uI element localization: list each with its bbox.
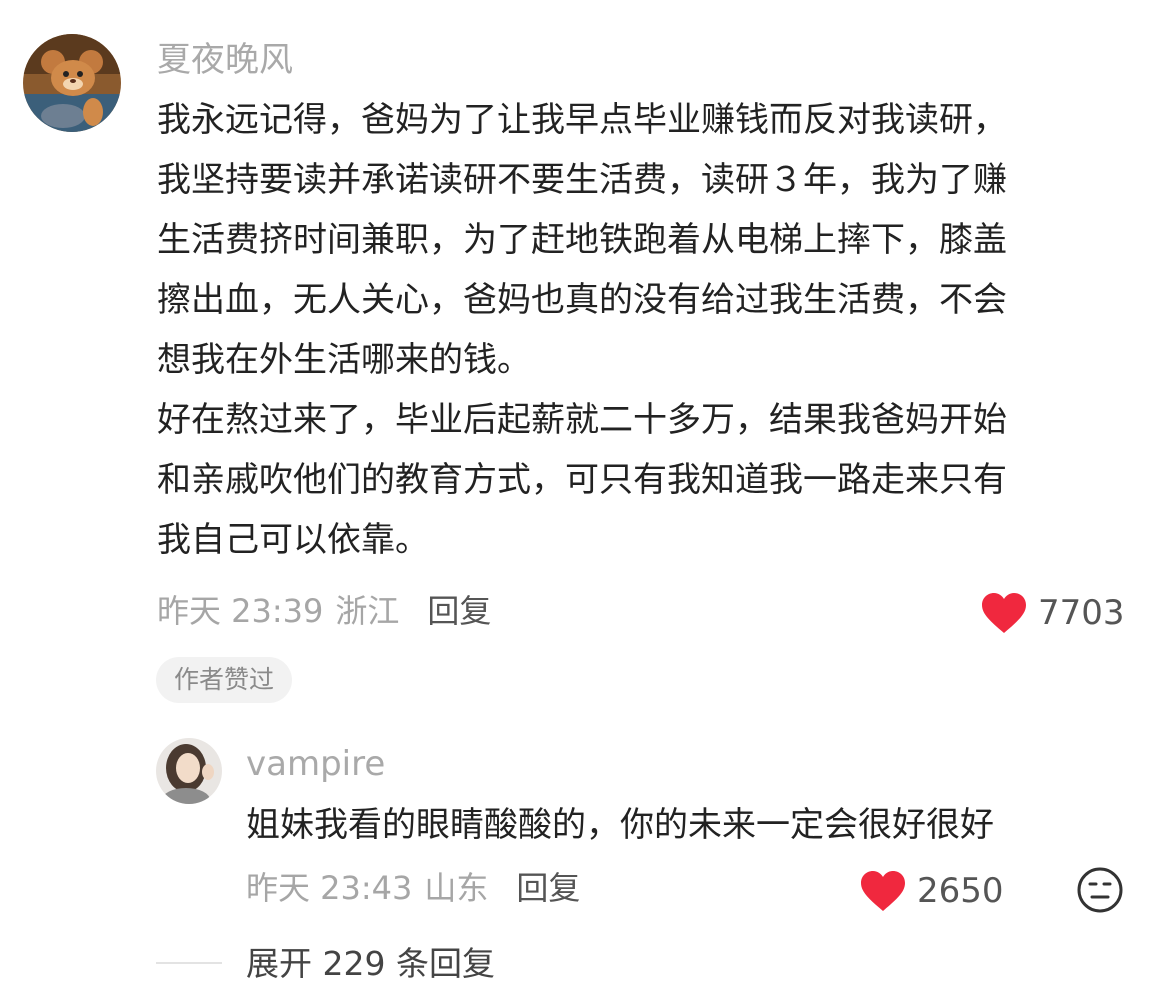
reply-like-button[interactable]: 2650	[859, 868, 1004, 914]
dislike-face-icon	[1077, 867, 1123, 913]
comment-like-count: 7703	[1038, 593, 1125, 633]
comment-avatar[interactable]	[23, 34, 121, 132]
reply-meta: 昨天 23:43 山东 回复	[246, 868, 580, 908]
reply-username[interactable]: vampire	[246, 744, 385, 784]
heart-icon	[982, 593, 1026, 633]
comment-line: 擦出血，无人关心，爸妈也真的没有给过我生活费，不会	[157, 280, 1007, 320]
author-liked-badge: 作者赞过	[156, 657, 293, 703]
reply-line: 姐妹我看的眼睛酸酸的，你的未来一定会很好很好	[246, 805, 994, 845]
comment-line: 好在熬过来了，毕业后起薪就二十多万，结果我爸妈开始	[157, 400, 1007, 440]
reply-like-count: 2650	[917, 871, 1004, 911]
comment-location: 浙江	[335, 592, 400, 630]
comment-line: 我永远记得，爸妈为了让我早点毕业赚钱而反对我读研，	[157, 100, 1007, 140]
reply-reply-button[interactable]: 回复	[516, 868, 580, 908]
comment-like-button[interactable]: 7703	[980, 590, 1125, 636]
comment-line: 想我在外生活哪来的钱。	[157, 340, 531, 380]
expand-replies-button[interactable]: 展开 229 条回复	[246, 944, 495, 984]
heart-icon	[861, 871, 905, 911]
dislike-button[interactable]	[1076, 866, 1124, 914]
comment-reply-button[interactable]: 回复	[427, 591, 491, 631]
comment-line: 和亲戚吹他们的教育方式，可只有我知道我一路走来只有	[157, 460, 1007, 500]
comment-time: 昨天 23:39	[157, 592, 324, 630]
reply-avatar[interactable]	[156, 738, 222, 804]
comment-line: 我自己可以依靠。	[157, 520, 429, 560]
comment-username[interactable]: 夏夜晚风	[157, 40, 293, 80]
cartoon-avatar-icon	[23, 34, 121, 132]
comment-text: 我永远记得，爸妈为了让我早点毕业赚钱而反对我读研， 我坚持要读并承诺读研不要生活…	[157, 90, 1007, 570]
reply-text: 姐妹我看的眼睛酸酸的，你的未来一定会很好很好	[246, 795, 994, 855]
reply-time: 昨天 23:43	[246, 869, 413, 907]
expand-divider	[156, 962, 222, 964]
comment-line: 生活费挤时间兼职，为了赶地铁跑着从电梯上摔下，膝盖	[157, 220, 1007, 260]
comment-meta: 昨天 23:39 浙江 回复	[157, 591, 491, 631]
comment-line: 我坚持要读并承诺读研不要生活费，读研３年，我为了赚	[157, 160, 1007, 200]
reply-location: 山东	[424, 869, 489, 907]
portrait-avatar-icon	[156, 738, 222, 804]
